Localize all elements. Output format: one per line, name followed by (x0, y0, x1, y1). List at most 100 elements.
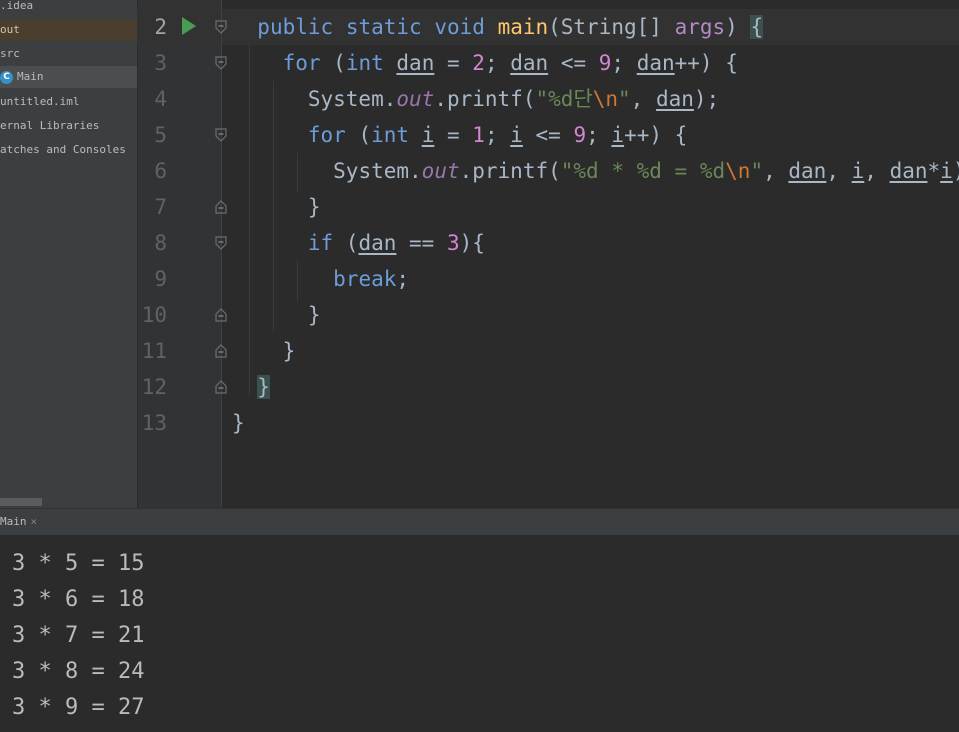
line-number: 8 (154, 231, 167, 255)
escape-sequence: \n (725, 159, 751, 183)
line-number: 6 (154, 159, 167, 183)
code-text: <= (522, 123, 574, 147)
parameter: args (674, 15, 726, 39)
keyword: public (257, 15, 334, 39)
code-text: } (307, 195, 321, 219)
code-line: for (int dan = 2; dan <= 9; dan++) { (232, 45, 738, 81)
code-text: ( (320, 51, 346, 75)
variable: dan (889, 159, 928, 183)
variable: i (851, 159, 865, 183)
keyword: if (307, 231, 334, 255)
static-field: out (396, 87, 435, 111)
project-item-label: ernal Libraries (0, 119, 100, 132)
run-toolwindow-header: Main × (0, 508, 959, 536)
fold-open-icon[interactable] (214, 128, 228, 142)
string-literal: " (618, 87, 631, 111)
run-gutter-icon[interactable] (182, 17, 196, 35)
project-item-label: untitled.iml (0, 95, 80, 108)
string-literal: "%d단 (535, 87, 593, 111)
code-text: = (434, 51, 473, 75)
code-text: ; (396, 267, 410, 291)
fold-close-icon[interactable] (214, 308, 228, 322)
variable: dan (788, 159, 827, 183)
project-item-external-libraries[interactable]: ernal Libraries (0, 115, 137, 137)
number-literal: 9 (598, 51, 612, 75)
method-name: main (497, 15, 549, 39)
code-text: } (307, 303, 321, 327)
variable: i (510, 123, 523, 147)
code-text: <= (548, 51, 599, 75)
string-literal: "%d * %d = %d (560, 159, 726, 183)
fold-open-icon[interactable] (214, 56, 228, 70)
variable: dan (510, 51, 549, 75)
code-text: .printf( (434, 87, 536, 111)
keyword: static (345, 15, 422, 39)
project-item-label: atches and Consoles (0, 143, 126, 156)
run-tab-main[interactable]: Main × (0, 513, 37, 531)
project-item-src[interactable]: src (0, 43, 137, 65)
code-text: , (826, 159, 852, 183)
run-tab-label: Main (0, 515, 27, 528)
keyword: int (371, 123, 410, 147)
keyword: for (307, 123, 346, 147)
code-text: , (630, 87, 656, 111)
keyword: void (434, 15, 485, 39)
variable: dan (655, 87, 694, 111)
code-text: } (282, 339, 296, 363)
number-literal: 9 (573, 123, 587, 147)
code-line: System.out.printf("%d * %d = %d\n", dan,… (232, 153, 959, 189)
line-number: 2 (154, 15, 167, 39)
variable: i (940, 159, 953, 183)
code-text: = (434, 123, 473, 147)
code-text: .printf( (459, 159, 561, 183)
code-text: ; (611, 51, 637, 75)
code-text: System. (333, 159, 422, 183)
number-literal: 1 (472, 123, 485, 147)
number-literal: 2 (472, 51, 485, 75)
project-scrollbar[interactable] (0, 498, 42, 506)
variable: dan (358, 231, 397, 255)
variable: i (611, 123, 625, 147)
code-text: ){ (459, 231, 485, 255)
line-number: 9 (154, 267, 167, 291)
matched-brace: { (750, 15, 764, 39)
line-number: 7 (154, 195, 167, 219)
gutter-separator (221, 0, 222, 508)
fold-close-icon[interactable] (214, 200, 228, 214)
code-line: } (232, 189, 321, 225)
code-text: ); (693, 87, 720, 111)
code-line: for (int i = 1; i <= 9; i++) { (232, 117, 687, 153)
code-text: ++) { (674, 51, 738, 75)
run-console[interactable]: 3 * 5 = 15 3 * 6 = 18 3 * 7 = 21 3 * 8 =… (0, 535, 959, 732)
code-text: , (864, 159, 890, 183)
project-item-scratches[interactable]: atches and Consoles (0, 139, 137, 161)
project-item-iml[interactable]: untitled.iml (0, 91, 137, 113)
fold-open-icon[interactable] (214, 236, 228, 250)
java-class-icon: C (0, 70, 13, 84)
project-item-out[interactable]: out (0, 19, 137, 41)
line-number: 3 (154, 51, 167, 75)
project-item-label: .idea (0, 0, 34, 12)
variable: dan (396, 51, 435, 75)
code-line: } (232, 405, 245, 441)
matched-brace: } (257, 375, 270, 399)
console-output-line: 3 * 5 = 15 (12, 551, 145, 576)
keyword: break (333, 267, 397, 291)
code-text: ; (586, 123, 612, 147)
code-text: ( (333, 231, 359, 255)
code-text: System. (307, 87, 397, 111)
project-item-idea[interactable]: .idea (0, 0, 137, 17)
close-icon[interactable]: × (31, 515, 38, 528)
console-output-line: 3 * 8 = 24 (12, 659, 145, 684)
code-text: ); (953, 159, 959, 183)
code-line: break; (232, 261, 409, 297)
fold-close-icon[interactable] (214, 344, 228, 358)
project-item-main[interactable]: C Main (0, 66, 137, 88)
code-text: } (232, 411, 245, 435)
fold-open-icon[interactable] (214, 20, 228, 34)
fold-close-icon[interactable] (214, 380, 228, 394)
keyword: int (345, 51, 384, 75)
code-line: System.out.printf("%d단\n", dan); (232, 81, 719, 117)
